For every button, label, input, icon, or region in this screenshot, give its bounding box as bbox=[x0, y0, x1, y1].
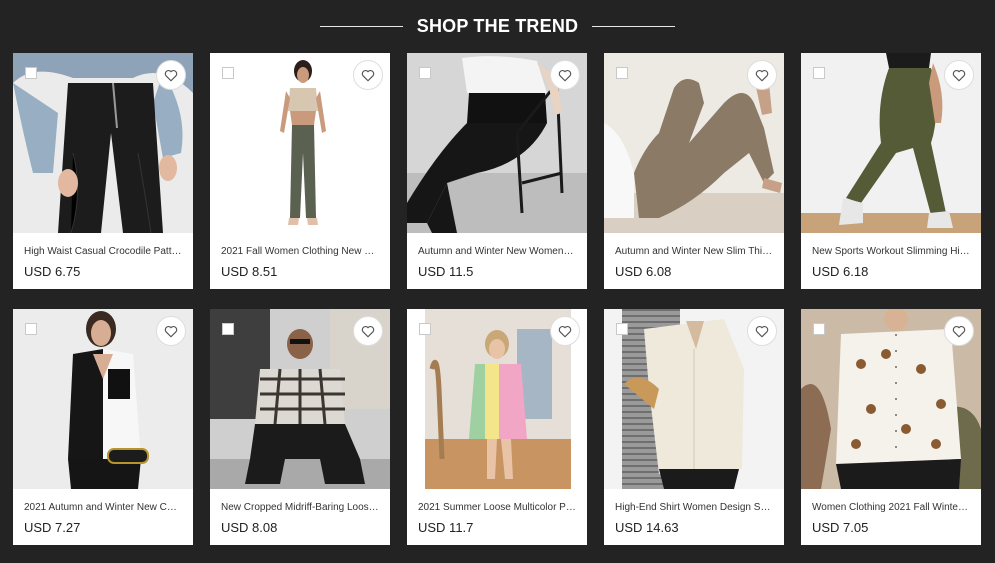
product-image[interactable] bbox=[801, 53, 981, 233]
product-price: USD 6.08 bbox=[615, 264, 672, 279]
product-info: Autumn and Winter New Slim Thin Knitted … bbox=[604, 233, 784, 279]
product-card[interactable]: High Waist Casual Crocodile Pattern Leat… bbox=[13, 53, 193, 289]
select-checkbox[interactable] bbox=[813, 323, 825, 335]
product-price: USD 14.63 bbox=[615, 520, 679, 535]
product-info: High-End Shirt Women Design Sense Satin … bbox=[604, 489, 784, 535]
product-name[interactable]: Autumn and Winter New Slim Thin Knitted … bbox=[615, 246, 773, 258]
select-checkbox[interactable] bbox=[222, 67, 234, 79]
select-checkbox[interactable] bbox=[616, 323, 628, 335]
product-image[interactable] bbox=[801, 309, 981, 489]
wishlist-button[interactable] bbox=[944, 60, 974, 90]
product-name[interactable]: 2021 Autumn and Winter New Contrast Colo… bbox=[24, 502, 182, 514]
product-price: USD 11.7 bbox=[418, 520, 474, 535]
section-title: SHOP THE TREND bbox=[416, 15, 579, 36]
product-name[interactable]: New Sports Workout Slimming Hip Lifting … bbox=[812, 246, 970, 258]
product-name[interactable]: High-End Shirt Women Design Sense Satin … bbox=[615, 502, 773, 514]
product-info: High Waist Casual Crocodile Pattern Leat… bbox=[13, 233, 193, 279]
product-name[interactable]: Autumn and Winter New Women Faux Leather… bbox=[418, 246, 576, 258]
product-price: USD 7.05 bbox=[812, 520, 869, 535]
select-checkbox[interactable] bbox=[25, 323, 37, 335]
wishlist-button[interactable] bbox=[747, 60, 777, 90]
header-line-left bbox=[319, 25, 403, 27]
product-image[interactable] bbox=[407, 53, 587, 233]
product-image[interactable] bbox=[13, 53, 193, 233]
product-card[interactable]: High-End Shirt Women Design Sense Satin … bbox=[604, 309, 784, 545]
heart-icon bbox=[952, 325, 966, 338]
product-price: USD 6.75 bbox=[24, 264, 81, 279]
product-image[interactable] bbox=[604, 53, 784, 233]
product-price: USD 8.51 bbox=[221, 264, 278, 279]
select-checkbox[interactable] bbox=[419, 323, 431, 335]
product-info: New Cropped Midriff-Baring Loose Plaid S… bbox=[210, 489, 390, 535]
heart-icon bbox=[164, 69, 178, 82]
product-price: USD 8.08 bbox=[221, 520, 278, 535]
wishlist-button[interactable] bbox=[550, 60, 580, 90]
heart-icon bbox=[952, 69, 966, 82]
product-image[interactable] bbox=[210, 309, 390, 489]
product-image[interactable] bbox=[407, 309, 587, 489]
wishlist-button[interactable] bbox=[550, 316, 580, 346]
header-line-right bbox=[592, 25, 676, 27]
product-info: New Sports Workout Slimming Hip Lifting … bbox=[801, 233, 981, 279]
product-image[interactable] bbox=[210, 53, 390, 233]
product-info: Autumn and Winter New Women Faux Leather… bbox=[407, 233, 587, 279]
wishlist-button[interactable] bbox=[747, 316, 777, 346]
product-card[interactable]: Autumn and Winter New Women Faux Leather… bbox=[407, 53, 587, 289]
heart-icon bbox=[755, 325, 769, 338]
wishlist-button[interactable] bbox=[156, 60, 186, 90]
wishlist-button[interactable] bbox=[353, 316, 383, 346]
wishlist-button[interactable] bbox=[353, 60, 383, 90]
select-checkbox[interactable] bbox=[616, 67, 628, 79]
select-checkbox[interactable] bbox=[813, 67, 825, 79]
heart-icon bbox=[558, 69, 572, 82]
heart-icon bbox=[361, 325, 375, 338]
heart-icon bbox=[755, 69, 769, 82]
product-price: USD 7.27 bbox=[24, 520, 81, 535]
wishlist-button[interactable] bbox=[944, 316, 974, 346]
product-card[interactable]: New Cropped Midriff-Baring Loose Plaid S… bbox=[210, 309, 390, 545]
product-info: Women Clothing 2021 Fall Winter Printed … bbox=[801, 489, 981, 535]
product-info: 2021 Fall Women Clothing New Slim Fit Le… bbox=[210, 233, 390, 279]
product-name[interactable]: New Cropped Midriff-Baring Loose Plaid S… bbox=[221, 502, 379, 514]
section-header: SHOP THE TREND bbox=[0, 12, 995, 40]
product-card[interactable]: New Sports Workout Slimming Hip Lifting … bbox=[801, 53, 981, 289]
product-card[interactable]: 2021 Summer Loose Multicolor Pocket Shir… bbox=[407, 309, 587, 545]
shop-the-trend-section: SHOP THE TREND High Waist Casual Crocodi… bbox=[0, 0, 995, 563]
product-price: USD 11.5 bbox=[418, 264, 474, 279]
product-card[interactable]: Autumn and Winter New Slim Thin Knitted … bbox=[604, 53, 784, 289]
product-card[interactable]: 2021 Fall Women Clothing New Slim Fit Le… bbox=[210, 53, 390, 289]
product-info: 2021 Summer Loose Multicolor Pocket Shir… bbox=[407, 489, 587, 535]
product-name[interactable]: High Waist Casual Crocodile Pattern Leat… bbox=[24, 246, 182, 258]
wishlist-button[interactable] bbox=[156, 316, 186, 346]
product-image[interactable] bbox=[13, 309, 193, 489]
product-grid: High Waist Casual Crocodile Pattern Leat… bbox=[13, 53, 981, 545]
select-checkbox[interactable] bbox=[25, 67, 37, 79]
heart-icon bbox=[361, 69, 375, 82]
product-card[interactable]: Women Clothing 2021 Fall Winter Printed … bbox=[801, 309, 981, 545]
select-checkbox[interactable] bbox=[222, 323, 234, 335]
product-image[interactable] bbox=[604, 309, 784, 489]
product-name[interactable]: Women Clothing 2021 Fall Winter Printed … bbox=[812, 502, 970, 514]
product-card[interactable]: 2021 Autumn and Winter New Contrast Colo… bbox=[13, 309, 193, 545]
product-name[interactable]: 2021 Fall Women Clothing New Slim Fit Le… bbox=[221, 246, 379, 258]
product-price: USD 6.18 bbox=[812, 264, 869, 279]
product-info: 2021 Autumn and Winter New Contrast Colo… bbox=[13, 489, 193, 535]
heart-icon bbox=[558, 325, 572, 338]
product-name[interactable]: 2021 Summer Loose Multicolor Pocket Shir… bbox=[418, 502, 576, 514]
select-checkbox[interactable] bbox=[419, 67, 431, 79]
heart-icon bbox=[164, 325, 178, 338]
